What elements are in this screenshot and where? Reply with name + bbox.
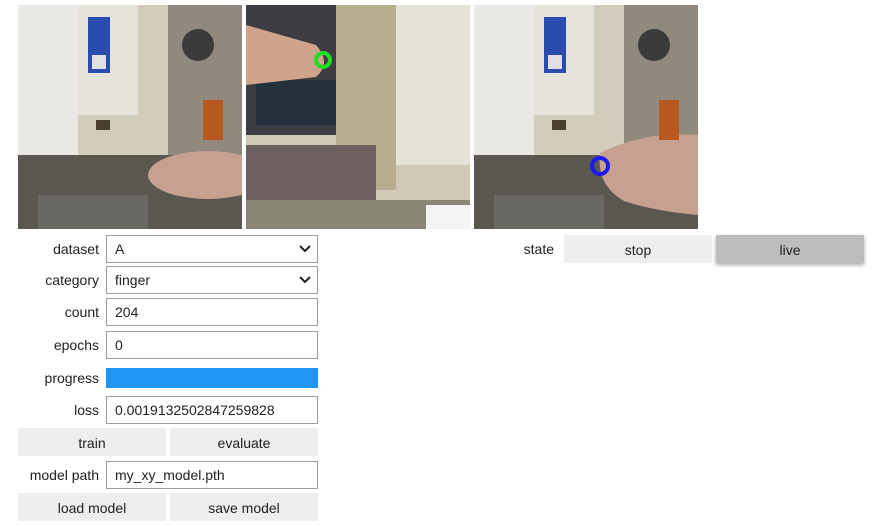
progress-bar-fill [106, 368, 318, 388]
dataset-select[interactable]: A [106, 235, 318, 263]
chevron-down-icon [299, 245, 311, 253]
category-value: finger [115, 272, 151, 288]
camera-feed-image [18, 5, 242, 229]
state-label: state [523, 241, 554, 257]
dataset-label: dataset [53, 241, 99, 257]
category-select[interactable]: finger [106, 266, 318, 294]
progress-label: progress [44, 370, 99, 386]
epochs-label: epochs [53, 337, 99, 353]
model-path-field[interactable] [106, 461, 318, 489]
loss-field[interactable] [106, 396, 318, 424]
chevron-down-icon [299, 276, 311, 284]
loss-label: loss [74, 402, 99, 418]
dataset-value: A [115, 241, 125, 257]
state-live-button[interactable]: live [716, 235, 864, 263]
count-field[interactable] [106, 298, 318, 326]
load-model-button[interactable]: load model [18, 493, 166, 521]
progress-bar [106, 368, 318, 388]
state-stop-button[interactable]: stop [564, 235, 712, 263]
live-prediction-image [474, 5, 698, 229]
captured-image [246, 5, 470, 229]
model-path-label: model path [29, 467, 99, 483]
category-label: category [45, 272, 99, 288]
train-button[interactable]: train [18, 428, 166, 456]
save-model-button[interactable]: save model [170, 493, 318, 521]
epochs-field[interactable] [106, 331, 318, 359]
count-label: count [64, 304, 99, 320]
evaluate-button[interactable]: evaluate [170, 428, 318, 456]
